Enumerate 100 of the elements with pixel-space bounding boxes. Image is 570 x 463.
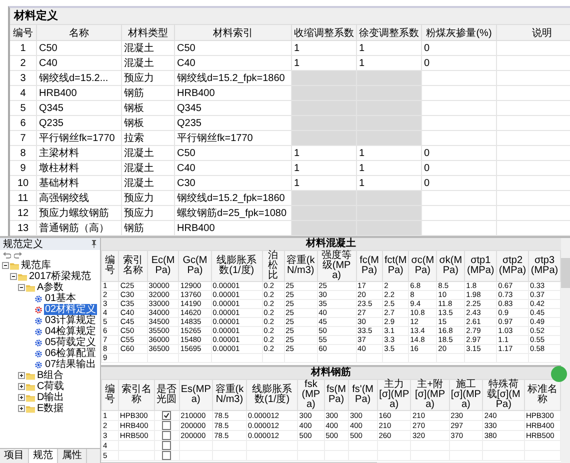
- table-cell: C40: [174, 160, 292, 176]
- table-cell: 0: [422, 146, 496, 160]
- table-cell: 钢绞线d=15.2...: [36, 70, 122, 86]
- tree-item[interactable]: A参数: [36, 282, 65, 293]
- column-header: 索引名称: [118, 250, 148, 282]
- tree-item[interactable]: 2017桥梁规范: [28, 271, 92, 282]
- column-header: 容重(kN/m3): [284, 250, 318, 282]
- panel-title: 材料定义: [8, 6, 570, 24]
- folder-icon: [26, 404, 35, 412]
- tree-item[interactable]: B组合: [36, 370, 65, 381]
- tree-item[interactable]: 03计算规定: [44, 315, 98, 326]
- table-cell: 螺纹钢筋d=25_fpk=1080: [174, 206, 292, 220]
- column-header: 特殊荷载[σ](MPa): [482, 380, 524, 410]
- table-cell: C50: [36, 40, 122, 56]
- tree-item[interactable]: D输出: [36, 392, 66, 403]
- column-header: 强度等级(MPa): [317, 250, 356, 282]
- table-cell: 混凝土: [122, 40, 174, 56]
- table-cell: 1: [356, 40, 422, 56]
- column-header: 标准名称: [524, 380, 560, 410]
- tree-item[interactable]: 06检算配置: [44, 348, 98, 359]
- expander-icon[interactable]: [18, 383, 25, 390]
- table-cell: 主梁材料: [36, 146, 122, 160]
- undo-icon[interactable]: [3, 251, 11, 259]
- column-header: fct(MPa): [382, 250, 409, 282]
- column-header: 名称: [36, 24, 122, 40]
- table-cell: 混凝土: [122, 176, 174, 190]
- checkbox[interactable]: [162, 421, 172, 430]
- table-cell: Q235: [174, 116, 292, 130]
- table-cell: 1: [356, 146, 422, 160]
- table-cell: 预应力: [122, 190, 174, 206]
- row-number: 13: [9, 220, 36, 236]
- table-cell: 墩柱材料: [36, 160, 122, 176]
- column-header: σk(MPa): [436, 250, 465, 282]
- column-header: 粉煤灰掺量(%): [422, 24, 496, 40]
- column-header: σtp1(MPa): [464, 250, 497, 282]
- panel-tab[interactable]: 属性: [58, 449, 87, 463]
- column-header: fsk(MPa): [298, 380, 324, 410]
- row-number: 3: [9, 70, 36, 86]
- column-header: Gc(MPa): [178, 250, 212, 282]
- table-cell: 0: [422, 56, 496, 70]
- folder-icon: [26, 394, 35, 402]
- expander-icon[interactable]: [10, 273, 17, 280]
- column-header: 主力[σ](MPa): [377, 380, 411, 410]
- table-cell: 0: [422, 160, 496, 176]
- table-cell: 钢绞线d=15.2_fpk=1860: [174, 70, 292, 86]
- column-header: 材料索引: [174, 24, 292, 40]
- tree-item[interactable]: 01基本: [44, 293, 78, 304]
- folder-icon: [10, 262, 19, 270]
- table-cell: Q235: [36, 116, 122, 130]
- column-header: σtp3(MPa): [528, 250, 560, 282]
- table-cell: C40: [174, 56, 292, 70]
- pin-icon[interactable]: [91, 240, 97, 248]
- table-cell: C50: [174, 146, 292, 160]
- row-number: 7: [9, 130, 36, 146]
- table-cell: 混凝土: [122, 56, 174, 70]
- checkbox[interactable]: [162, 431, 172, 440]
- table-cell: HRB400: [36, 86, 122, 100]
- column-header: 收缩调整系数: [292, 24, 356, 40]
- redo-icon[interactable]: [14, 251, 22, 259]
- expander-icon[interactable]: [18, 405, 25, 412]
- column-header: 索引名称: [118, 380, 154, 410]
- table-cell: 预应力: [122, 206, 174, 220]
- column-header: Es(MPa): [179, 380, 213, 410]
- tree-item[interactable]: E数据: [36, 403, 65, 414]
- scrollbar[interactable]: [561, 238, 570, 463]
- table-cell: 普通钢筋（高）: [36, 220, 122, 236]
- folder-icon: [26, 382, 35, 390]
- table-cell: 高强钢绞线: [36, 190, 122, 206]
- tree-item[interactable]: 规范库: [20, 260, 52, 271]
- tree-item[interactable]: 02材料定义: [44, 304, 98, 315]
- checkbox[interactable]: [162, 441, 172, 450]
- tree-item[interactable]: 05荷载定义: [44, 337, 98, 348]
- table-cell: 混凝土: [122, 160, 174, 176]
- panel-tab[interactable]: 规范: [29, 449, 58, 463]
- checkbox[interactable]: [162, 451, 172, 460]
- expander-icon[interactable]: [18, 372, 25, 379]
- row-number: 10: [9, 176, 36, 190]
- expander-icon[interactable]: [2, 262, 9, 269]
- column-header: 编号: [102, 250, 119, 282]
- table-cell: HRB400: [174, 220, 292, 236]
- table-cell: 平行钢丝fk=1770: [174, 130, 292, 146]
- column-header: fc(MPa): [356, 250, 383, 282]
- expander-icon[interactable]: [18, 284, 25, 291]
- column-header: σtp2(MPa): [496, 250, 528, 282]
- expander-icon[interactable]: [18, 394, 25, 401]
- table-cell: 平行钢丝fk=1770: [36, 130, 122, 146]
- table-cell: 钢筋: [122, 220, 174, 236]
- column-header: fs'(MPa): [348, 380, 378, 410]
- tree-item[interactable]: 07结果输出: [44, 359, 98, 370]
- tree-item[interactable]: 04检算规定: [44, 326, 98, 337]
- column-header: 编号: [9, 24, 36, 40]
- row-number: 2: [9, 56, 36, 70]
- table-cell: 钢绞线d=15.2_fpk=1860: [174, 190, 292, 206]
- tree-item[interactable]: C荷载: [36, 381, 66, 392]
- folder-icon: [26, 284, 35, 292]
- column-header: 主+附[σ](MPa): [410, 380, 450, 410]
- checkbox[interactable]: [162, 411, 172, 420]
- table-cell: 混凝土: [122, 146, 174, 160]
- row-number: 8: [9, 146, 36, 160]
- table-cell: HRB400: [174, 86, 292, 100]
